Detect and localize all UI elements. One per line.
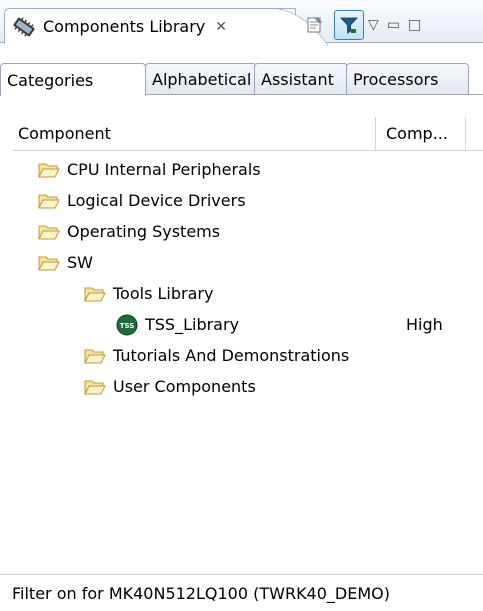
folder-open-icon [84, 287, 106, 301]
column-header-component[interactable]: Component [12, 117, 376, 150]
minimize-icon[interactable]: ▭ [387, 17, 400, 33]
folder-open-icon [38, 163, 60, 177]
tree-item-tutorials-and-demonstrations[interactable]: Tutorials And Demonstrations [12, 340, 483, 371]
folder-open-icon [84, 380, 106, 394]
filter-button[interactable] [334, 10, 364, 40]
tab-label: Alphabetical [152, 70, 252, 89]
tree-item-tss-library[interactable]: TSS TSS_Library High [12, 309, 483, 340]
tree-item-label: Operating Systems [67, 222, 221, 241]
tree-item-sw[interactable]: SW [12, 247, 483, 278]
folder-open-icon [38, 225, 60, 239]
view-tab-title: Components Library [43, 17, 206, 36]
view-toolbar: ▽ ▭ □ [300, 10, 429, 40]
tss-component-icon: TSS [116, 314, 138, 335]
properties-button[interactable] [300, 10, 330, 40]
properties-icon [307, 17, 322, 33]
tree-item-cpu-internal-peripherals[interactable]: CPU Internal Peripherals [12, 154, 483, 185]
tab-alphabetical[interactable]: Alphabetical [145, 63, 257, 95]
tab-label: Categories [7, 70, 94, 90]
filter-icon [340, 17, 358, 34]
tree-item-label: SW [67, 253, 93, 272]
tab-processors[interactable]: Processors [346, 63, 469, 95]
filter-status-line: Filter on for MK40N512LQ100 (TWRK40_DEMO… [0, 574, 483, 611]
tree-item-label: CPU Internal Peripherals [67, 160, 261, 179]
tree-item-label: Tutorials And Demonstrations [113, 346, 350, 365]
view-title-bar: Components Library ✕ ▽ ▭ □ [0, 0, 483, 44]
maximize-icon[interactable]: □ [408, 17, 421, 33]
view-tab-components-library[interactable]: Components Library ✕ [4, 8, 296, 44]
folder-open-icon [38, 194, 60, 208]
tree-item-logical-device-drivers[interactable]: Logical Device Drivers [12, 185, 483, 216]
table-header: Component Comp... [12, 117, 483, 151]
components-tab-folder: Alphabetical Assistant Processors Catego… [0, 63, 483, 96]
tab-categories[interactable]: Categories [0, 63, 146, 96]
folder-open-icon [38, 256, 60, 270]
tree-item-label: Tools Library [113, 284, 214, 303]
components-tree-table: Component Comp... CPU Internal Periphera… [12, 117, 483, 557]
components-library-icon [13, 16, 35, 37]
tab-assistant[interactable]: Assistant [254, 63, 348, 95]
tree-item-operating-systems[interactable]: Operating Systems [12, 216, 483, 247]
tree-item-label: User Components [113, 377, 256, 396]
close-icon[interactable]: ✕ [215, 19, 227, 35]
folder-open-icon [84, 349, 106, 363]
tss-icon-text: TSS [120, 322, 135, 330]
tab-label: Processors [353, 70, 439, 89]
tree-item-tools-library[interactable]: Tools Library [12, 278, 483, 309]
components-library-view: Components Library ✕ ▽ ▭ □ Alphabetical … [0, 0, 483, 611]
view-menu-icon[interactable]: ▽ [368, 17, 379, 33]
tree-item-comp: High [405, 315, 443, 334]
tree-rows: CPU Internal Peripherals Logical Device … [12, 151, 483, 402]
filter-status-text: Filter on for MK40N512LQ100 (TWRK40_DEMO… [12, 583, 390, 603]
tree-item-user-components[interactable]: User Components [12, 371, 483, 402]
tab-label: Assistant [261, 70, 334, 89]
column-header-comp[interactable]: Comp... [376, 117, 466, 150]
tree-item-label: TSS_Library [145, 315, 240, 334]
tree-item-label: Logical Device Drivers [67, 191, 246, 210]
